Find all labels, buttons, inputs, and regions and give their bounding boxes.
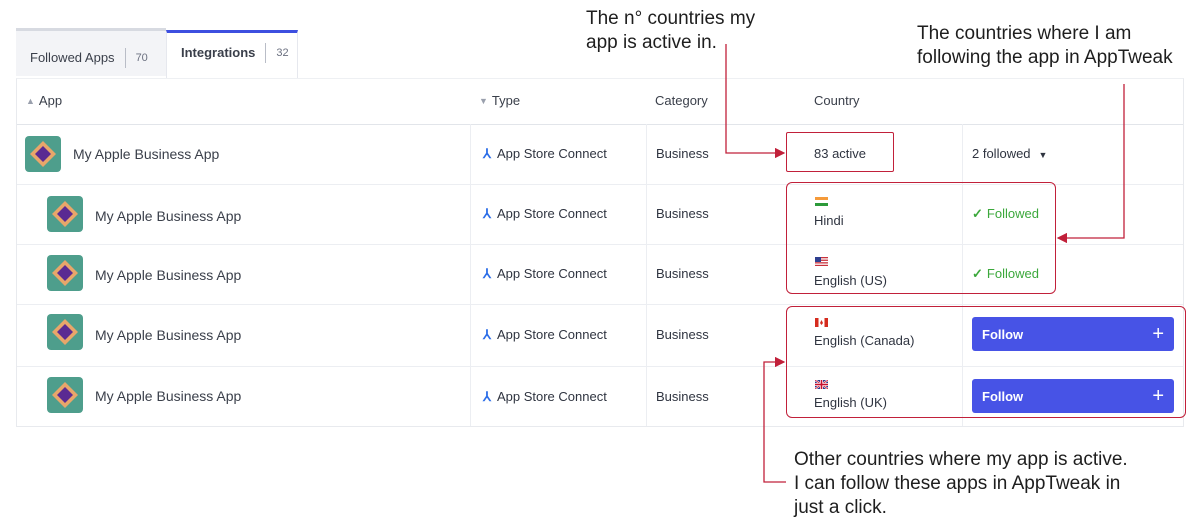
- annotation-arrow: [1056, 84, 1125, 244]
- annotation-active-count: The n° countries my app is active in.: [586, 8, 756, 53]
- annotation-following: The countries where I am following the a…: [917, 23, 1173, 68]
- annotation-arrow: [763, 356, 786, 483]
- annotation-other-countries: Other countries where my app is active. …: [794, 449, 1128, 518]
- annotation-arrow: [725, 44, 786, 159]
